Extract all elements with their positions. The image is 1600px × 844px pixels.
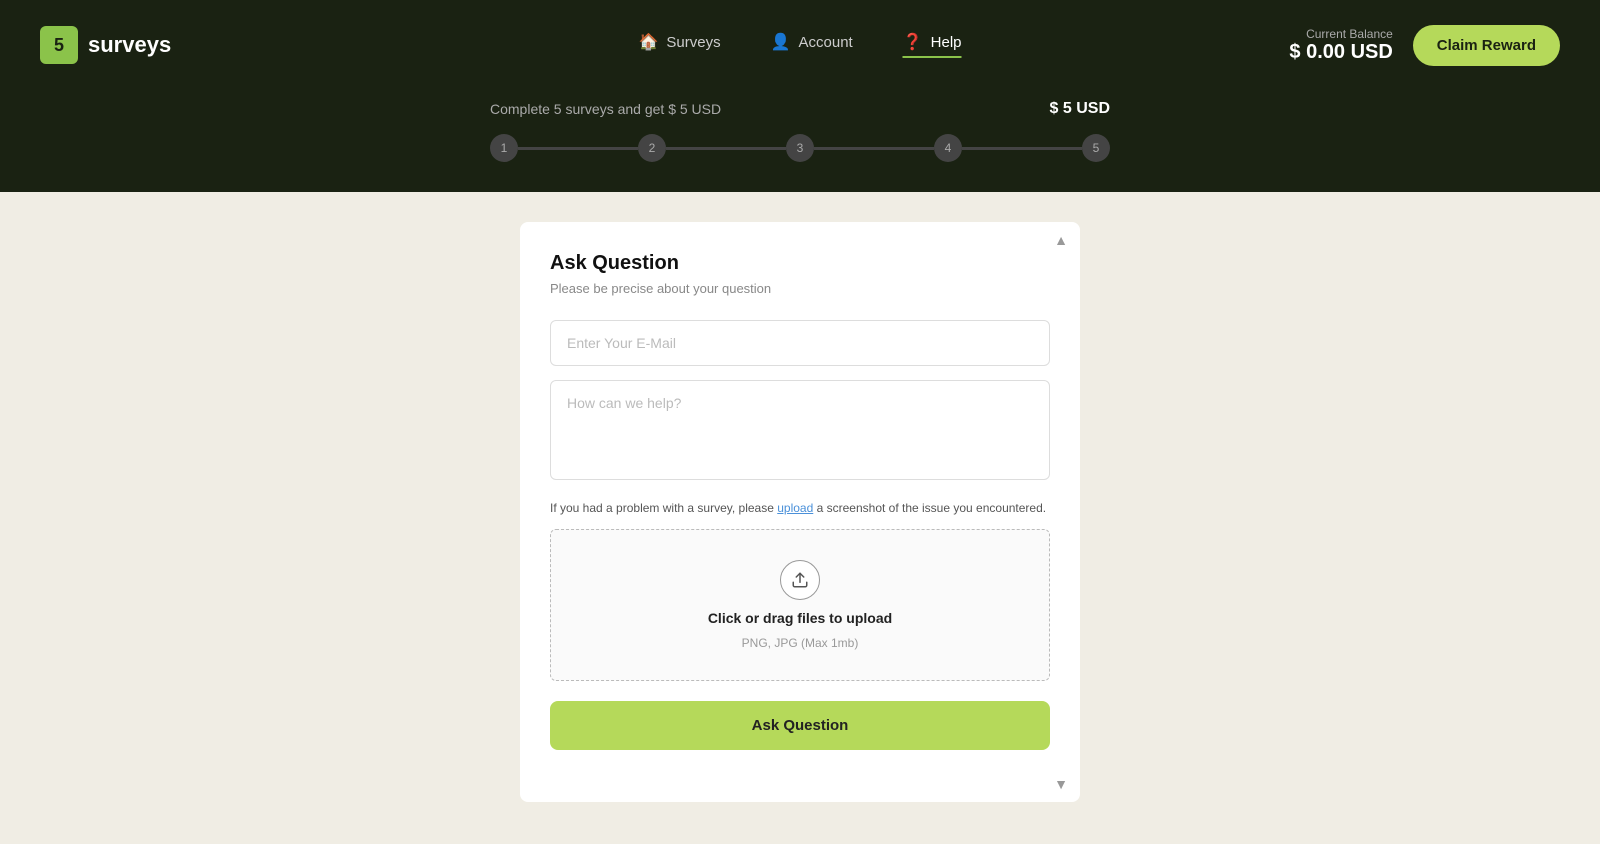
logo-badge: 5 bbox=[40, 26, 78, 64]
progress-steps: 1 2 3 4 5 bbox=[490, 134, 1110, 162]
ask-question-button[interactable]: Ask Question bbox=[550, 701, 1050, 750]
balance-area: Current Balance $ 0.00 USD bbox=[1289, 27, 1392, 64]
nav-account-label: Account bbox=[799, 34, 853, 51]
claim-reward-button[interactable]: Claim Reward bbox=[1413, 25, 1560, 66]
main-content: ▲ Ask Question Please be precise about y… bbox=[0, 192, 1600, 844]
upload-icon bbox=[780, 560, 820, 600]
nav-surveys-label: Surveys bbox=[666, 34, 720, 51]
step-line-2 bbox=[666, 147, 786, 150]
help-icon: ❓ bbox=[903, 32, 923, 52]
step-5: 5 bbox=[1082, 134, 1110, 162]
step-2: 2 bbox=[638, 134, 666, 162]
email-field[interactable] bbox=[550, 320, 1050, 366]
home-icon: 🏠 bbox=[638, 32, 658, 52]
nav-surveys[interactable]: 🏠 Surveys bbox=[638, 32, 720, 58]
nav-help[interactable]: ❓ Help bbox=[903, 32, 962, 58]
file-upload-area[interactable]: Click or drag files to upload PNG, JPG (… bbox=[550, 529, 1050, 681]
upload-sub-text: PNG, JPG (Max 1mb) bbox=[742, 636, 859, 650]
main-nav: 🏠 Surveys 👤 Account ❓ Help bbox=[638, 32, 961, 58]
progress-reward: $ 5 USD bbox=[1050, 100, 1110, 118]
step-1: 1 bbox=[490, 134, 518, 162]
logo-text: surveys bbox=[88, 32, 171, 58]
step-line-1 bbox=[518, 147, 638, 150]
balance-label: Current Balance bbox=[1289, 27, 1392, 41]
progress-header: Complete 5 surveys and get $ 5 USD $ 5 U… bbox=[490, 100, 1110, 118]
account-icon: 👤 bbox=[771, 32, 791, 52]
balance-amount: $ 0.00 USD bbox=[1289, 41, 1392, 64]
logo[interactable]: 5 surveys bbox=[40, 26, 171, 64]
card-title: Ask Question bbox=[550, 252, 1050, 275]
nav-account[interactable]: 👤 Account bbox=[771, 32, 853, 58]
step-4: 4 bbox=[934, 134, 962, 162]
ask-question-card: ▲ Ask Question Please be precise about y… bbox=[520, 222, 1080, 802]
scroll-down-indicator: ▼ bbox=[1054, 776, 1068, 792]
scroll-up-indicator: ▲ bbox=[1054, 232, 1068, 248]
progress-area: Complete 5 surveys and get $ 5 USD $ 5 U… bbox=[0, 90, 1600, 192]
step-line-3 bbox=[814, 147, 934, 150]
card-subtitle: Please be precise about your question bbox=[550, 281, 1050, 296]
step-line-4 bbox=[962, 147, 1082, 150]
progress-description: Complete 5 surveys and get $ 5 USD bbox=[490, 101, 721, 117]
upload-hint: If you had a problem with a survey, plea… bbox=[550, 499, 1050, 517]
upload-link: upload bbox=[777, 501, 813, 515]
nav-help-label: Help bbox=[931, 34, 962, 51]
step-3: 3 bbox=[786, 134, 814, 162]
header: 5 surveys 🏠 Surveys 👤 Account ❓ Help Cur… bbox=[0, 0, 1600, 90]
header-right: Current Balance $ 0.00 USD Claim Reward bbox=[1289, 25, 1560, 66]
upload-main-text: Click or drag files to upload bbox=[708, 610, 892, 626]
message-field[interactable] bbox=[550, 380, 1050, 480]
